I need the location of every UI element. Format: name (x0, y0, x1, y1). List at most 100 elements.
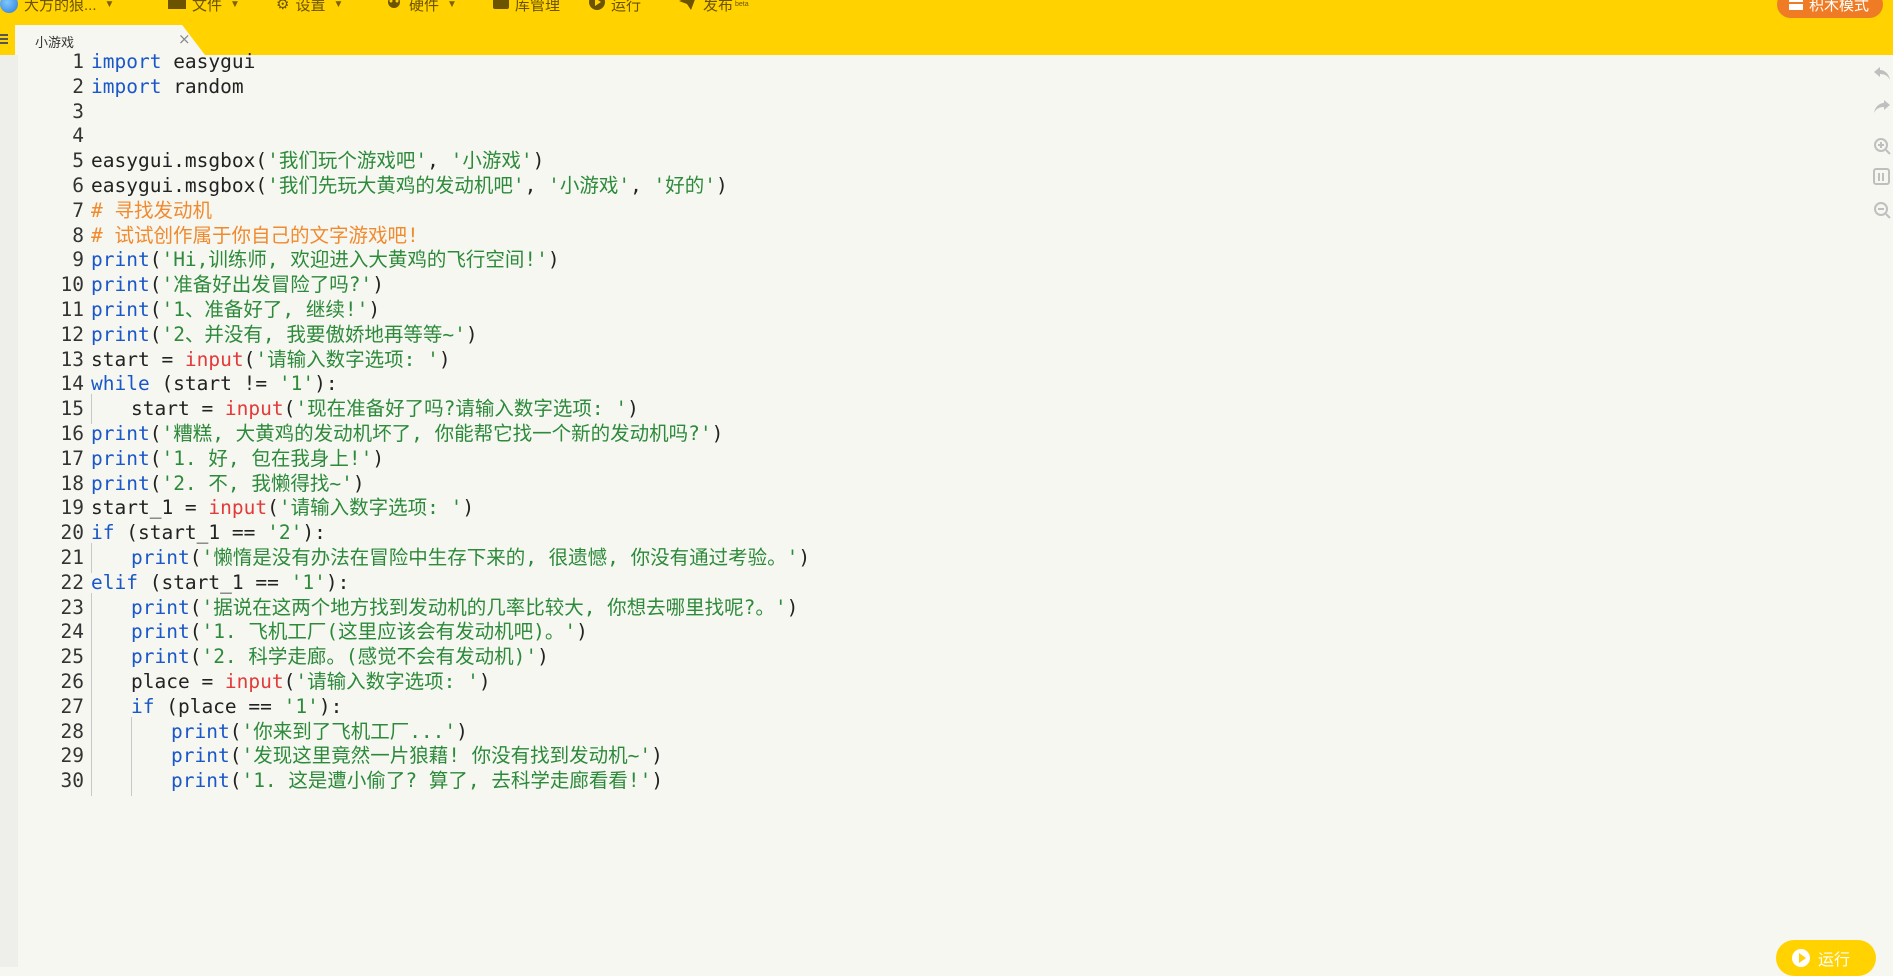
code-token: ) (456, 719, 468, 743)
hardware-icon (385, 0, 403, 13)
code-token: '发现这里竟然一片狼藉! 你没有找到发动机~' (241, 744, 652, 768)
code-text: print('1. 这是遭小偷了? 算了, 去科学走廊看看!') (171, 766, 663, 796)
close-icon[interactable]: × (178, 30, 191, 48)
code-token: ) (372, 446, 385, 470)
zoom-out-icon[interactable] (1873, 201, 1891, 219)
code-token: '懒惰是没有办法在冒险中生存下来的, 很遗憾, 你没有通过考验。' (201, 546, 799, 569)
code-token: easygui.msgbox( (91, 174, 268, 197)
code-token: # 寻找发动机 (91, 198, 212, 222)
code-token: print (131, 645, 190, 669)
menu-file-label: 文件 (192, 0, 223, 14)
code-token: start_1 = (91, 496, 209, 520)
code-token: print (131, 595, 190, 619)
beta-badge: beta (735, 0, 749, 8)
code-token: print (171, 744, 230, 768)
code-token: ) (532, 149, 545, 173)
code-token: ) (352, 471, 365, 495)
undo-icon[interactable] (1873, 64, 1891, 82)
code-token: print (91, 446, 150, 470)
block-mode-label: 积木模式 (1808, 0, 1869, 14)
code-token: ( (149, 422, 162, 445)
code-token: ( (243, 347, 256, 371)
play-icon (1792, 949, 1810, 967)
code-token: ( (283, 397, 296, 421)
code-token: '1. 飞机工厂(这里应该会有发动机吧)。' (201, 620, 577, 644)
code-token: ) (368, 298, 381, 321)
code-token: (start != (149, 372, 279, 396)
code-token: random (161, 74, 244, 98)
left-gutter (0, 55, 18, 967)
format-icon[interactable] (1873, 168, 1891, 186)
code-token: , (524, 174, 549, 197)
code-token: ( (149, 248, 162, 272)
line-number: 30 (60, 769, 84, 793)
code-token: ( (229, 719, 242, 743)
redo-icon[interactable] (1873, 97, 1891, 115)
menu-hardware-label: 硬件 (409, 0, 440, 14)
code-token: ) (537, 645, 549, 669)
code-token: '1' (290, 570, 326, 594)
code-token: ( (149, 322, 162, 346)
code-token: if (91, 521, 115, 545)
code-token: print (91, 471, 150, 495)
chevron-down-icon: ▼ (104, 0, 115, 10)
code-token: ) (478, 670, 491, 693)
menu-run[interactable]: 运行 (589, 0, 641, 15)
code-token: '1' (283, 694, 319, 718)
code-token: start = (91, 347, 185, 371)
run-button-label: 运行 (1818, 952, 1851, 969)
menu-library-label: 库管理 (515, 0, 561, 14)
project-name: 大方的狼... (24, 0, 97, 14)
code-token: '据说在这两个地方找到发动机的几率比较大, 你想去哪里找呢?。' (201, 595, 787, 619)
code-token: ( (149, 298, 162, 321)
code-token: ( (189, 645, 202, 669)
code-token: print (91, 322, 150, 346)
code-token: ( (283, 670, 296, 693)
code-token: print (91, 422, 150, 445)
code-token: easygui.msgbox( (91, 149, 268, 173)
code-token: if (131, 694, 155, 718)
menu-publish[interactable]: 发布 beta (679, 0, 749, 15)
code-token: '2、并没有, 我要傲娇地再等等~' (161, 322, 466, 346)
blocks-icon (1788, 0, 1803, 14)
code-token: print (171, 769, 230, 793)
code-editor[interactable]: 1 import easygui 2 import random 3 4 5 easygui.… (18, 50, 1848, 967)
code-token: '请输入数字选项: ' (278, 496, 463, 520)
code-token: ) (372, 273, 384, 297)
chevron-down-icon: ▼ (230, 0, 240, 10)
menu-library[interactable]: 库管理 (493, 0, 560, 15)
code-token: ( (229, 744, 242, 768)
code-token: ) (798, 546, 811, 569)
code-token: while (91, 372, 150, 396)
code-token: '现在准备好了吗?请输入数字选项: ' (295, 397, 628, 421)
code-line[interactable]: 30 print('1. 这是遭小偷了? 算了, 去科学走廊看看!') (18, 766, 1818, 797)
code-token: ) (438, 347, 451, 371)
menu-settings[interactable]: ⚙ 设置 ▼ (276, 0, 343, 15)
code-token: '请输入数字选项: ' (295, 670, 479, 693)
block-mode-button[interactable]: 积木模式 (1776, 0, 1883, 18)
code-token: '2. 科学走廊。(感觉不会有发动机)' (201, 645, 538, 669)
code-token: '1' (278, 372, 315, 396)
menu-hardware[interactable]: 硬件 ▼ (385, 0, 457, 15)
code-token: (place == (154, 694, 284, 718)
code-token: import (91, 74, 162, 98)
gear-icon: ⚙ (276, 0, 290, 13)
menu-file[interactable]: 文件 ▼ (168, 0, 240, 15)
library-icon (493, 0, 509, 13)
code-token: ) (462, 496, 475, 520)
zoom-in-icon[interactable] (1873, 137, 1891, 155)
file-list-icon[interactable] (0, 31, 10, 45)
code-token: ) (627, 397, 639, 421)
code-token: ( (149, 471, 162, 495)
indent-guide (131, 766, 132, 797)
run-button[interactable]: 运行 (1776, 940, 1876, 976)
code-token: '2' (267, 521, 303, 545)
code-token: , (427, 149, 451, 173)
menu-publish-label: 发布 (703, 0, 734, 14)
menu-bar: 大方的狼... ▼ 文件 ▼ ⚙ 设置 ▼ 硬件 ▼ 库管理 运行 发布 bet… (0, 0, 1893, 21)
project-menu[interactable]: 大方的狼... ▼ (0, 0, 114, 15)
code-token: input (184, 347, 244, 371)
code-token: # 试试创作属于你自己的文字游戏吧! (91, 223, 419, 247)
code-token: '1. 这是遭小偷了? 算了, 去科学走廊看看!' (241, 769, 652, 793)
code-token: ( (189, 546, 202, 569)
